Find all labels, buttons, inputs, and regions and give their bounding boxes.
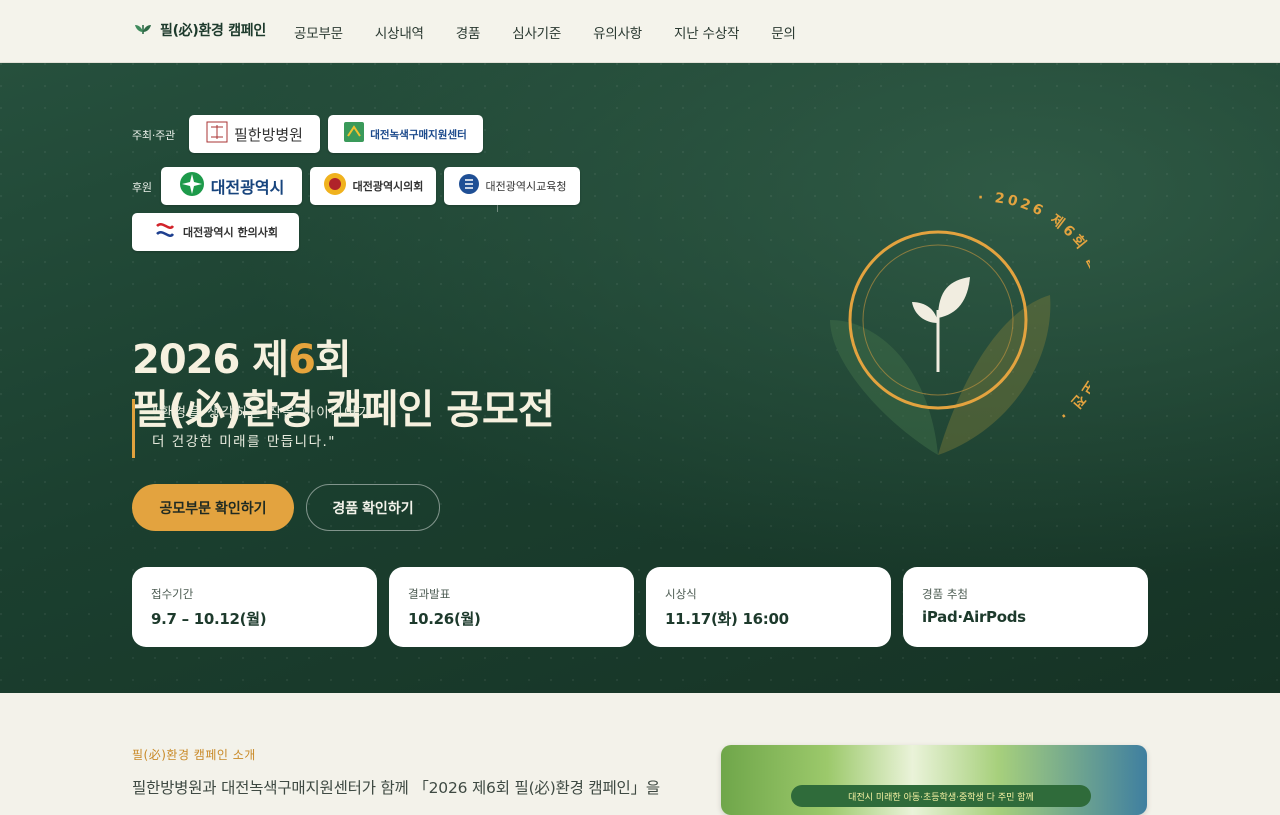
- nav-item-notes[interactable]: 유의사항: [593, 22, 642, 42]
- host-label: 주최·주관: [132, 129, 175, 142]
- main-menu: 공모부문 시상내역 경품 심사기준 유의사항 지난 수상작 문의: [294, 22, 796, 42]
- nav-item-category[interactable]: 공모부문: [294, 22, 343, 42]
- poster-banner: 대전시 미래한 아동·초등학생·중학생 다 주민 함께: [791, 785, 1091, 807]
- info-card-prize-draw: 경품 추첨 iPad·AirPods: [903, 567, 1148, 647]
- info-card-submission: 접수기간 9.7 – 10.12(월): [132, 567, 377, 647]
- hero-quote: "환경을 생각하는 작은 아이디어가 더 건강한 미래를 만듭니다.": [132, 399, 372, 458]
- education-office-emblem-icon: [458, 173, 480, 199]
- view-categories-button[interactable]: 공모부문 확인하기: [132, 484, 294, 531]
- sprout-icon: [134, 20, 152, 40]
- nav-item-awards[interactable]: 시상내역: [375, 22, 424, 42]
- intro-section-tag: 필(必)환경 캠페인 소개: [132, 748, 256, 762]
- host-logo-green-center: 대전녹색구매지원센터: [328, 115, 483, 153]
- nav-item-contact[interactable]: 문의: [771, 22, 796, 42]
- sponsor-logo-daejeon-education: 대전광역시교육청: [444, 167, 580, 205]
- view-prizes-button[interactable]: 경품 확인하기: [306, 484, 440, 531]
- council-emblem-icon: [323, 172, 347, 200]
- nav-item-prizes[interactable]: 경품: [456, 22, 481, 42]
- brand-name: 필(必)환경 캠페인: [160, 23, 266, 39]
- campaign-emblem: · 2026 제6회 필한경 캠페인 공모전 ·: [820, 190, 1113, 474]
- nav-item-past-winners[interactable]: 지난 수상작: [674, 22, 739, 42]
- korean-medicine-assoc-icon: [153, 218, 177, 246]
- intro-paragraph: 필한방병원과 대전녹색구매지원센터가 함께 「2026 제6회 필(必)환경 캠…: [132, 779, 660, 797]
- hero-section: 주최·주관 필한방병원 대전녹색구매지원센터 후원 대전광역시 대전광역시의회 …: [0, 63, 1280, 693]
- info-card-results: 결과발표 10.26(월): [389, 567, 634, 647]
- top-nav: 필(必)환경 캠페인 공모부문 시상내역 경품 심사기준 유의사항 지난 수상작…: [0, 0, 1280, 63]
- nav-item-criteria[interactable]: 심사기준: [512, 22, 561, 42]
- sponsor-label: 후원: [132, 181, 152, 194]
- info-card-ceremony: 시상식 11.17(화) 16:00: [646, 567, 891, 647]
- sponsor-logo-daejeon-city: 대전광역시: [161, 167, 302, 205]
- campaign-poster-image: 대전시 미래한 아동·초등학생·중학생 다 주민 함께: [721, 745, 1147, 815]
- sponsor-logo-daejeon-council: 대전광역시의회: [310, 167, 436, 205]
- green-center-logo-icon: [344, 122, 365, 146]
- hero-title-line1: 2026 제6회: [132, 337, 352, 383]
- daejeon-city-emblem-icon: [179, 171, 205, 201]
- brand-logo[interactable]: 필(必)환경 캠페인: [134, 20, 266, 40]
- host-logo-pil-hospital: 필한방병원: [189, 115, 320, 153]
- sponsor-logo-korean-medicine-assoc: 대전광역시 한의사회: [132, 213, 299, 251]
- hospital-logo-icon: [206, 121, 228, 147]
